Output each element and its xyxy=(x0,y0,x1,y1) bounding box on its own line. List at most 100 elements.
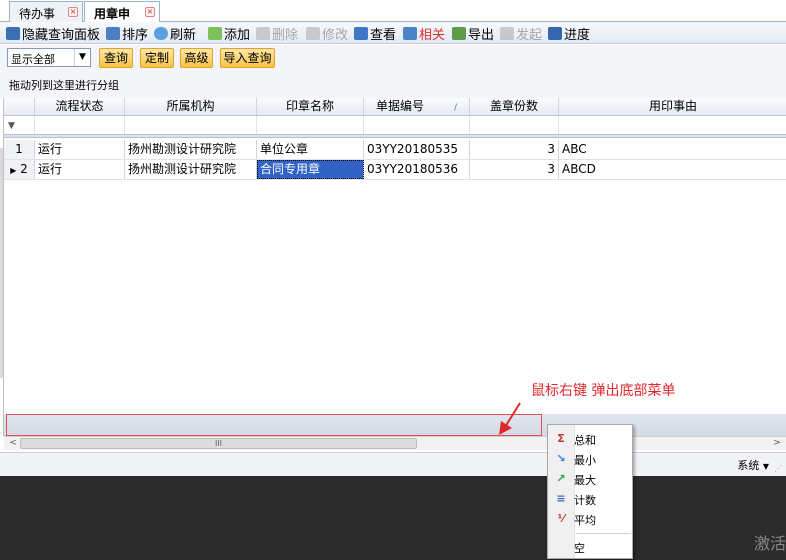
column-header-reason[interactable]: 用印事由 xyxy=(559,98,786,115)
button-label: 导出 xyxy=(468,27,495,43)
cell-reason[interactable]: ABC xyxy=(559,140,786,159)
group-hint: 拖动列到这里进行分组 xyxy=(9,79,119,92)
progress-icon xyxy=(548,26,562,40)
add-button[interactable]: 添加 xyxy=(208,24,251,43)
tab-seal-application[interactable]: 用章申请 × xyxy=(84,1,160,38)
header-separator xyxy=(4,135,786,138)
menu-item-min[interactable]: ↘ 最小 xyxy=(548,449,634,469)
filter-cell[interactable] xyxy=(470,116,559,134)
button-label: 隐藏查询面板 xyxy=(22,27,101,43)
annotation-text: 鼠标右键 弹出底部菜单 xyxy=(531,383,676,399)
close-icon[interactable]: × xyxy=(68,7,78,17)
cell-status[interactable]: 运行 xyxy=(35,160,125,179)
table-row[interactable]: ▶ 2 运行 扬州勘测设计研究院 合同专用章 03YY20180536 3 AB… xyxy=(4,160,786,180)
cell-org[interactable]: 扬州勘测设计研究院 xyxy=(125,160,257,179)
button-label: 刷新 xyxy=(170,27,197,43)
desktop-background xyxy=(0,476,786,560)
scrollbar-thumb[interactable]: III xyxy=(20,438,417,449)
import-query-button[interactable]: 导入查询 xyxy=(220,48,275,68)
button-label: 进度 xyxy=(564,27,591,43)
main-window: 隐藏查询面板 排序 刷新 添加 删除 修改 查看 相关 导出 发起 进度 显示全… xyxy=(0,22,786,452)
column-header-copies[interactable]: 盖章份数 xyxy=(470,98,559,115)
query-button[interactable]: 查询 xyxy=(99,48,133,68)
sort-button[interactable]: 排序 xyxy=(106,24,149,43)
toolbar: 隐藏查询面板 排序 刷新 添加 删除 修改 查看 相关 导出 发起 进度 xyxy=(0,22,786,44)
cell-doc-no[interactable]: 03YY20180536 xyxy=(364,160,470,179)
column-header-seal[interactable]: 印章名称 xyxy=(257,98,364,115)
cell-org[interactable]: 扬州勘测设计研究院 xyxy=(125,140,257,159)
row-number[interactable]: 1 xyxy=(4,140,35,159)
delete-icon xyxy=(256,26,270,40)
display-scope-select[interactable]: 显示全部 ▼ xyxy=(7,48,91,67)
tab-pending-tasks[interactable]: 待办事务 × xyxy=(9,1,83,38)
column-header-status[interactable]: 流程状态 xyxy=(35,98,125,115)
edit-icon xyxy=(306,26,320,40)
group-panel[interactable]: 拖动列到这里进行分组 xyxy=(0,71,786,98)
menu-item-count[interactable]: ≡ 计数 xyxy=(548,489,634,509)
column-header-label: 单据编号 xyxy=(375,99,424,113)
filter-row-header: ▼ xyxy=(4,116,35,134)
cell-seal[interactable]: 单位公章 xyxy=(257,140,364,159)
button-label: 修改 xyxy=(322,27,349,43)
sigma-icon: Σ xyxy=(557,432,565,445)
hide-query-panel-button[interactable]: 隐藏查询面板 xyxy=(6,24,101,43)
cell-doc-no[interactable]: 03YY20180535 xyxy=(364,140,470,159)
button-label: 添加 xyxy=(224,27,251,43)
menu-item-none[interactable]: 空 xyxy=(548,537,634,557)
refresh-button[interactable]: 刷新 xyxy=(154,24,197,43)
filter-cell[interactable] xyxy=(257,116,364,134)
menu-separator xyxy=(576,533,631,534)
menu-item-label: 计数 xyxy=(574,494,596,507)
left-splitter[interactable] xyxy=(0,148,3,378)
horizontal-scrollbar[interactable]: < III > xyxy=(4,436,786,450)
cell-copies[interactable]: 3 xyxy=(470,140,559,159)
button-label: 相关 xyxy=(419,27,446,43)
filter-cell[interactable] xyxy=(125,116,257,134)
delete-button[interactable]: 删除 xyxy=(256,24,299,43)
menu-item-label: 平均 xyxy=(574,514,596,527)
related-button[interactable]: 相关 xyxy=(403,24,446,43)
filter-cell[interactable] xyxy=(35,116,125,134)
row-header-corner xyxy=(4,98,35,115)
button-label: 排序 xyxy=(122,27,149,43)
related-icon xyxy=(403,26,417,40)
resize-grip-icon[interactable]: ⋰ xyxy=(774,464,784,474)
scroll-right-icon[interactable]: > xyxy=(770,437,784,450)
filter-cell[interactable] xyxy=(364,116,470,134)
cell-status[interactable]: 运行 xyxy=(35,140,125,159)
close-icon[interactable]: × xyxy=(145,7,155,17)
sort-icon xyxy=(106,26,120,40)
button-label: 查看 xyxy=(370,27,397,43)
export-button[interactable]: 导出 xyxy=(452,24,495,43)
row-index: 2 xyxy=(20,162,28,176)
cell-seal-selected[interactable]: 合同专用章 xyxy=(257,160,364,179)
menu-item-label: 总和 xyxy=(574,434,596,447)
button-label: 删除 xyxy=(272,27,299,43)
menu-item-average[interactable]: ⅟ 平均 xyxy=(548,509,634,529)
view-button[interactable]: 查看 xyxy=(354,24,397,43)
system-menu-button[interactable]: 系统 ▼ xyxy=(737,457,769,473)
column-header-doc-no[interactable]: 单据编号 / xyxy=(364,98,470,115)
filter-icon: ▼ xyxy=(8,121,15,131)
cell-copies[interactable]: 3 xyxy=(470,160,559,179)
launch-button[interactable]: 发起 xyxy=(500,24,542,43)
sort-icon: / xyxy=(453,103,458,113)
max-icon: ↗ xyxy=(556,472,566,485)
annotation-highlight-box xyxy=(6,414,542,436)
table-row[interactable]: 1 运行 扬州勘测设计研究院 单位公章 03YY20180535 3 ABC xyxy=(4,140,786,160)
chevron-down-icon[interactable]: ▼ xyxy=(74,49,90,66)
menu-item-sum[interactable]: Σ 总和 xyxy=(548,429,634,449)
advanced-button[interactable]: 高级 xyxy=(180,48,213,68)
menu-item-max[interactable]: ↗ 最大 xyxy=(548,469,634,489)
current-row-arrow-icon: ▶ xyxy=(10,166,17,175)
progress-button[interactable]: 进度 xyxy=(548,24,591,43)
column-header-org[interactable]: 所属机构 xyxy=(125,98,257,115)
edit-button[interactable]: 修改 xyxy=(306,24,349,43)
query-panel: 显示全部 ▼ 查询 定制 高级 导入查询 xyxy=(0,45,786,71)
cell-reason[interactable]: ABCD xyxy=(559,160,786,179)
customize-button[interactable]: 定制 xyxy=(140,48,174,68)
scroll-left-icon[interactable]: < xyxy=(6,437,20,450)
refresh-icon xyxy=(154,26,168,40)
filter-cell[interactable] xyxy=(559,116,786,134)
row-number[interactable]: ▶ 2 xyxy=(4,160,35,179)
